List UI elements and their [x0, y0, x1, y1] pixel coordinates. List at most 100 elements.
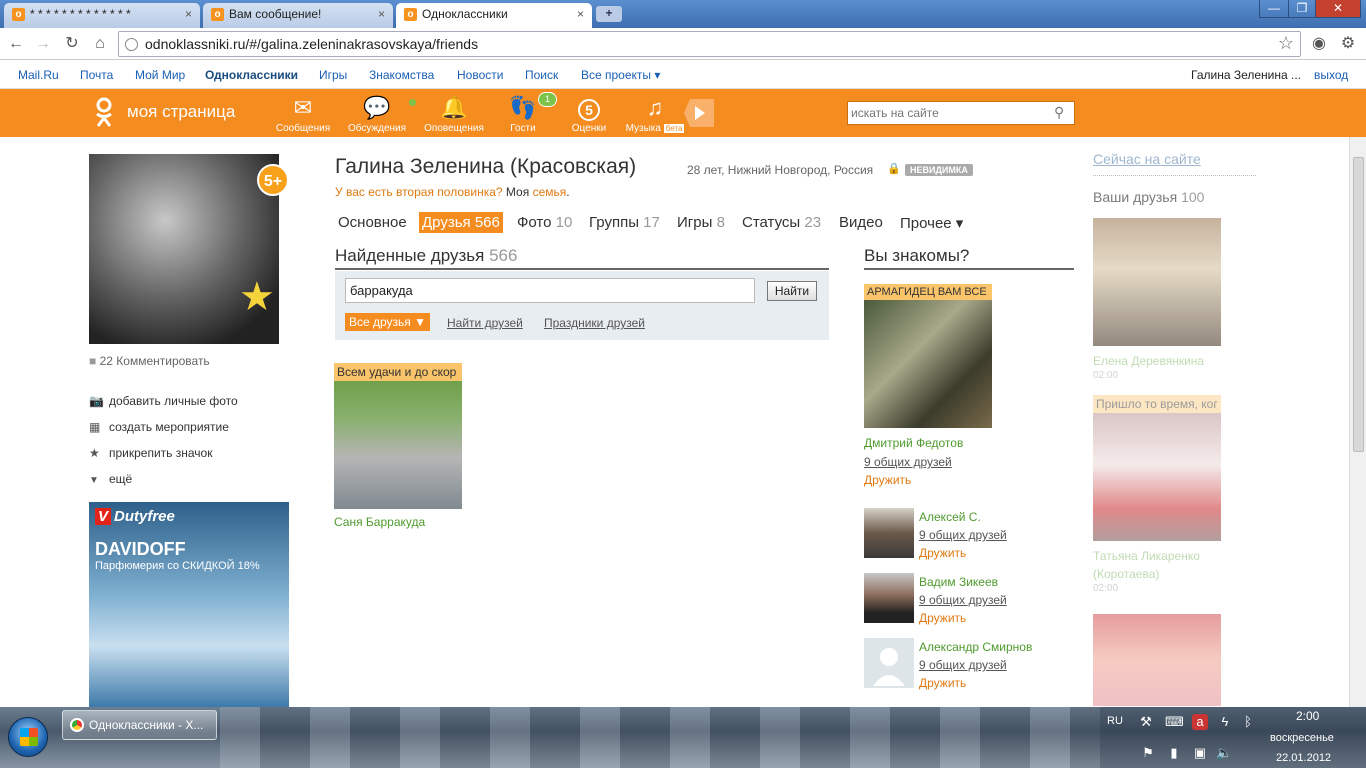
- add-friend-link[interactable]: Дружить: [919, 544, 1007, 562]
- find-button[interactable]: Найти: [767, 281, 817, 301]
- close-window-button[interactable]: ✕: [1315, 0, 1361, 18]
- my-page-link[interactable]: моя страница: [127, 102, 235, 122]
- suggested-friend-row[interactable]: Вадим Зикеев 9 общих друзей Дружить: [864, 573, 1074, 625]
- portal-link-myworld[interactable]: Мой Мир: [135, 68, 185, 82]
- suggested-friend-row[interactable]: Алексей С. 9 общих друзей Дружить: [864, 508, 1074, 560]
- tab-statuses[interactable]: Статусы 23: [739, 212, 824, 233]
- clock-date[interactable]: 22.01.2012: [1276, 752, 1331, 764]
- add-photos-link[interactable]: 📷 добавить личные фото: [89, 394, 238, 408]
- omnibox[interactable]: ☆: [118, 31, 1301, 57]
- friend-name[interactable]: Саня Барракуда: [334, 515, 462, 529]
- home-icon[interactable]: ⌂: [90, 34, 110, 54]
- close-tab-icon[interactable]: ×: [378, 3, 385, 25]
- antivirus-icon[interactable]: a: [1192, 714, 1208, 730]
- common-friends-link[interactable]: 9 общих друзей: [864, 455, 992, 469]
- browser-tab-active[interactable]: o Одноклассники ×: [396, 3, 592, 29]
- suggested-friend-row[interactable]: Александр Смирнов 9 общих друзей Дружить: [864, 638, 1074, 690]
- ratings-button[interactable]: 5 Оценки: [554, 93, 624, 134]
- friend-photo[interactable]: [334, 381, 462, 509]
- portal-link-search[interactable]: Поиск: [525, 68, 558, 82]
- network-icon[interactable]: ▣: [1192, 745, 1208, 761]
- language-indicator[interactable]: RU: [1107, 715, 1123, 727]
- comments-link[interactable]: ■ 22 Комментировать: [89, 354, 210, 368]
- url-input[interactable]: [145, 35, 1265, 53]
- portal-link-mailru[interactable]: Mail.Ru: [18, 68, 59, 82]
- suggested-name[interactable]: Вадим Зикеев: [919, 573, 1007, 591]
- browser-tab[interactable]: o Вам сообщение! ×: [203, 3, 393, 28]
- portal-link-news[interactable]: Новости: [457, 68, 503, 82]
- five-plus-badge-icon[interactable]: 5+: [257, 164, 289, 196]
- forward-icon[interactable]: →: [33, 34, 53, 54]
- portal-link-mail[interactable]: Почта: [80, 68, 113, 82]
- search-icon[interactable]: ⚲: [1054, 104, 1070, 120]
- add-friend-link[interactable]: Дружить: [919, 674, 1032, 692]
- bluetooth-icon[interactable]: ᛒ: [1240, 714, 1256, 730]
- network-tool-icon[interactable]: ⚒: [1138, 714, 1154, 730]
- advertisement-banner[interactable]: V Dutyfree DAVIDOFF Парфюмерия со СКИДКОЙ…: [89, 502, 289, 708]
- ok-logo-icon[interactable]: [94, 97, 114, 129]
- close-tab-icon[interactable]: ×: [185, 3, 192, 25]
- notifications-button[interactable]: 🔔 Оповещения: [419, 93, 489, 134]
- portal-link-games[interactable]: Игры: [319, 68, 347, 82]
- tab-groups[interactable]: Группы 17: [586, 212, 663, 233]
- portal-user-name[interactable]: Галина Зеленина ...: [1191, 68, 1301, 82]
- taskbar-app-chrome[interactable]: Одноклассники - Х...: [62, 710, 217, 740]
- battery-icon[interactable]: ▮: [1166, 745, 1182, 761]
- more-actions-link[interactable]: ▼ ещё: [89, 472, 132, 486]
- tab-video[interactable]: Видео: [836, 212, 886, 233]
- suggested-name[interactable]: Алексей С.: [919, 508, 1007, 526]
- minimize-button[interactable]: —: [1259, 0, 1289, 18]
- page-scrollbar[interactable]: [1349, 137, 1366, 707]
- back-icon[interactable]: ←: [6, 34, 26, 54]
- action-center-icon[interactable]: ⚑: [1140, 745, 1156, 761]
- pin-badge-link[interactable]: ★ прикрепить значок: [89, 446, 212, 460]
- find-friends-link[interactable]: Найти друзей: [447, 316, 523, 330]
- reload-icon[interactable]: ↻: [62, 34, 82, 54]
- flash-icon[interactable]: ϟ: [1217, 714, 1233, 730]
- common-friends-link[interactable]: 9 общих друзей: [919, 526, 1007, 544]
- keyboard-icon[interactable]: ⌨: [1165, 714, 1184, 730]
- discussions-button[interactable]: 💬 Обсуждения: [342, 93, 412, 134]
- portal-link-odnoklassniki[interactable]: Одноклассники: [205, 68, 298, 82]
- clock-day[interactable]: воскресенье: [1270, 732, 1334, 744]
- suggested-photo[interactable]: [864, 300, 992, 428]
- add-friend-link[interactable]: Дружить: [919, 609, 1007, 627]
- bookmark-star-icon[interactable]: ☆: [1278, 33, 1294, 54]
- default-avatar-icon[interactable]: [864, 638, 914, 688]
- extension-icon[interactable]: ◉: [1309, 34, 1329, 54]
- add-friend-link[interactable]: Дружить: [864, 473, 992, 487]
- suggested-name[interactable]: Александр Смирнов: [919, 638, 1032, 656]
- portal-link-all-projects[interactable]: Все проекты ▾: [581, 68, 660, 82]
- invisible-badge[interactable]: НЕВИДИМКА: [905, 164, 973, 176]
- friends-holidays-link[interactable]: Праздники друзей: [544, 316, 645, 330]
- create-event-link[interactable]: ▦ создать мероприятие: [89, 420, 229, 434]
- common-friends-link[interactable]: 9 общих друзей: [919, 591, 1007, 609]
- found-friend-card[interactable]: Всем удачи и до скор Саня Барракуда: [334, 363, 462, 529]
- browser-tab[interactable]: o * * * * * * * * * * * * * ×: [4, 3, 200, 28]
- site-search-input[interactable]: [851, 105, 1046, 121]
- messages-button[interactable]: ✉ Сообщения: [268, 93, 338, 134]
- suggested-friend-card[interactable]: АРМАГИДЕЦ ВАМ ВСЕ Дмитрий Федотов 9 общи…: [864, 284, 992, 487]
- common-friends-link[interactable]: 9 общих друзей: [919, 656, 1032, 674]
- maximize-button[interactable]: ❐: [1288, 0, 1316, 18]
- tab-photos[interactable]: Фото 10: [514, 212, 575, 233]
- friends-search-input[interactable]: [345, 278, 755, 303]
- all-friends-filter[interactable]: Все друзья ▼: [345, 313, 431, 331]
- suggested-name[interactable]: Дмитрий Федотов: [864, 436, 992, 450]
- clock-time[interactable]: 2:00: [1296, 709, 1319, 723]
- wrench-icon[interactable]: ⚙: [1338, 34, 1358, 54]
- suggested-photo[interactable]: [864, 573, 914, 623]
- partner-question-link[interactable]: У вас есть вторая половинка?: [335, 185, 503, 199]
- profile-avatar[interactable]: 5+ ★: [89, 154, 289, 344]
- tab-friends[interactable]: Друзья 566: [419, 212, 503, 233]
- tab-more[interactable]: Прочее ▾: [897, 212, 966, 234]
- start-button[interactable]: [8, 717, 48, 757]
- music-button[interactable]: ♫ Музыка бета: [620, 93, 690, 134]
- close-tab-icon[interactable]: ×: [577, 3, 584, 25]
- family-link[interactable]: семья: [533, 185, 567, 199]
- new-tab-button[interactable]: +: [596, 6, 622, 22]
- music-play-icon[interactable]: [684, 99, 714, 127]
- suggested-photo[interactable]: [864, 508, 914, 558]
- tab-games[interactable]: Игры 8: [674, 212, 728, 233]
- tab-main[interactable]: Основное: [335, 212, 410, 233]
